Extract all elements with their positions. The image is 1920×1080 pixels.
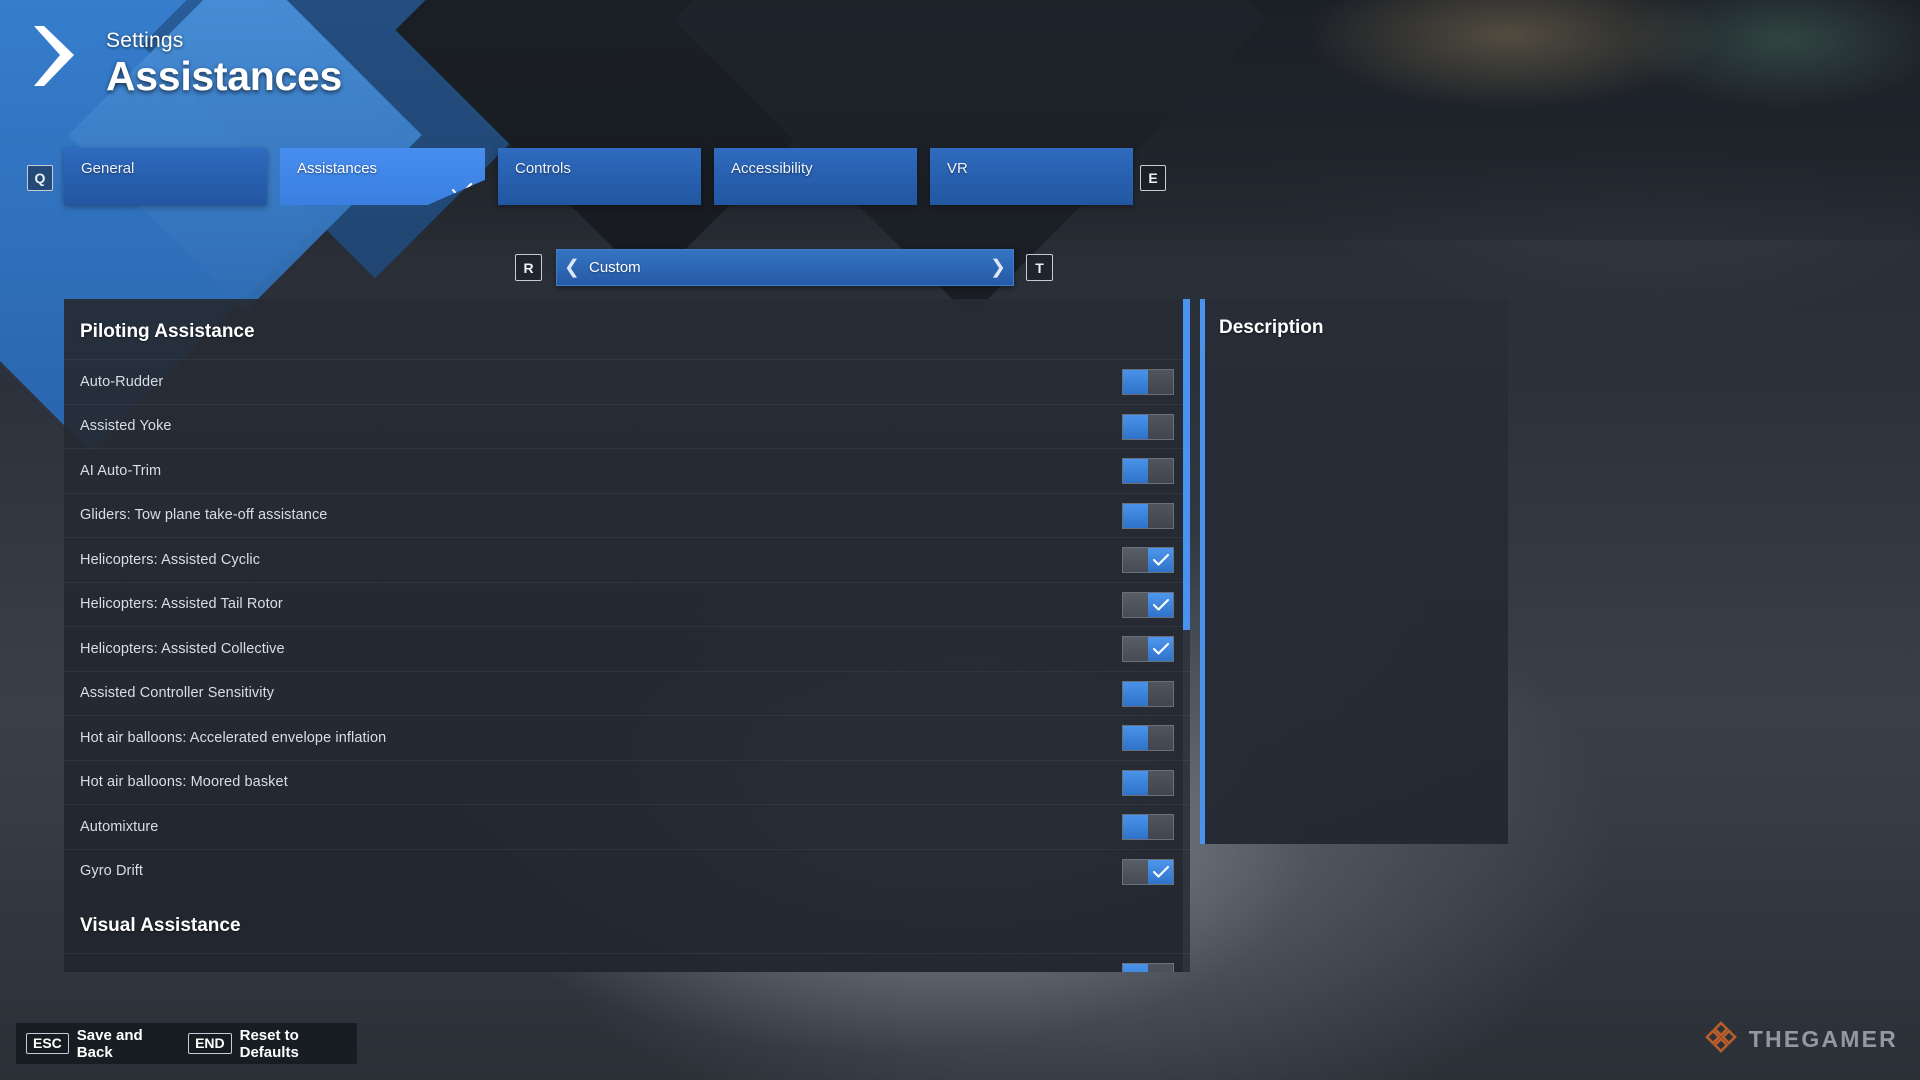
preset-selector[interactable]: ❮ Custom ❯	[556, 249, 1014, 286]
thegamer-diamond-icon	[1704, 1020, 1738, 1059]
setting-toggle[interactable]	[1122, 858, 1174, 885]
settings-rows-piloting: Auto-Rudder Assisted Yoke AI Auto-Trim Glid…	[64, 359, 1190, 893]
setting-row-hot-air-balloons-accelerated-envelope-inflation[interactable]: Hot air balloons: Accelerated envelope i…	[64, 715, 1190, 760]
chevron-left-icon[interactable]: ❮	[557, 256, 587, 279]
toggle-knob	[1123, 503, 1148, 528]
setting-row-gyro-drift[interactable]: Gyro Drift	[64, 848, 1190, 894]
setting-row-helicopters-assisted-collective[interactable]: Helicopters: Assisted Collective	[64, 626, 1190, 671]
setting-row-assisted-yoke[interactable]: Assisted Yoke	[64, 403, 1190, 449]
section-title-piloting: Piloting Assistance	[80, 321, 255, 342]
setting-label: AI Auto-Trim	[80, 462, 162, 479]
toggle-knob	[1123, 459, 1148, 483]
tab-general[interactable]: General	[64, 148, 267, 205]
check-icon	[450, 181, 474, 201]
tab-accessibility[interactable]: Accessibility	[714, 148, 917, 205]
page-header: Settings Assistances	[0, 0, 1920, 120]
setting-label: Gyro Drift	[80, 863, 144, 880]
toggle-knob	[1123, 815, 1148, 839]
setting-row-auto-rudder[interactable]: Auto-Rudder	[64, 359, 1190, 404]
footer-actions: ESC Save and Back END Reset to Defaults	[16, 1023, 357, 1064]
setting-toggle[interactable]	[1122, 814, 1174, 840]
setting-label: Helicopters: Assisted Collective	[80, 640, 285, 657]
key-hint-esc: ESC	[26, 1032, 69, 1055]
toggle-knob	[1123, 681, 1148, 706]
tab-label: VR	[947, 160, 968, 177]
setting-label: Assisted Controller Sensitivity	[80, 685, 275, 702]
thegamer-wordmark: THEGAMER	[1748, 1026, 1898, 1052]
tab-label: Accessibility	[731, 160, 813, 177]
settings-tabbar: Q General Assistances Controls Accessibi…	[0, 148, 1920, 210]
setting-label: Gliders: Tow plane take-off assistance	[80, 507, 328, 524]
key-hint-preset-next[interactable]: T	[1026, 254, 1053, 281]
toggle-knob-check-icon	[1148, 637, 1173, 661]
key-hint-prev-tab[interactable]: Q	[27, 165, 53, 191]
setting-toggle[interactable]	[1122, 413, 1174, 440]
preset-selector-row: R ❮ Custom ❯ T	[0, 249, 1920, 289]
footer-action-label: Save and Back	[76, 1026, 143, 1061]
tab-label: Assistances	[297, 160, 378, 177]
page-title-text: Assistances	[106, 53, 343, 100]
key-hint-next-tab[interactable]: E	[1140, 165, 1166, 191]
breadcrumb: Settings	[106, 29, 184, 52]
tab-list: General Assistances Controls Accessibili…	[64, 148, 1133, 205]
page-title: Settings Assistances	[106, 29, 343, 100]
toggle-knob-check-icon	[1148, 548, 1173, 572]
toggle-knob-check-icon	[1148, 592, 1173, 617]
setting-label: Helicopters: Assisted Tail Rotor	[80, 596, 283, 613]
setting-label: Automixture	[80, 818, 159, 835]
scrollbar-thumb[interactable]	[1183, 299, 1190, 630]
toggle-knob	[1123, 964, 1148, 972]
chevron-right-icon[interactable]: ❯	[983, 256, 1013, 279]
setting-toggle[interactable]	[1122, 636, 1174, 662]
footer-action-label: Reset to Defaults	[239, 1026, 299, 1061]
setting-toggle[interactable]	[1122, 769, 1174, 796]
setting-row-gliders-tow-plane-take-off-assistance[interactable]: Gliders: Tow plane take-off assistance	[64, 492, 1190, 538]
setting-toggle[interactable]	[1122, 680, 1174, 707]
settings-list-panel: Piloting Assistance Auto-Rudder Assisted …	[64, 299, 1190, 972]
tab-label: General	[81, 160, 135, 177]
toggle-knob	[1123, 414, 1148, 439]
setting-toggle[interactable]	[1122, 547, 1174, 573]
setting-toggle[interactable]	[1122, 502, 1174, 529]
preset-value: Custom	[589, 259, 641, 276]
toggle-knob	[1123, 726, 1148, 750]
setting-label: Hot air balloons: Accelerated envelope i…	[80, 729, 387, 746]
setting-label: Assisted Yoke	[80, 418, 172, 435]
setting-row[interactable]	[64, 953, 1190, 972]
setting-label: Hot air balloons: Moored basket	[80, 774, 288, 791]
setting-row-automixture[interactable]: Automixture	[64, 804, 1190, 849]
tab-label: Controls	[515, 160, 571, 177]
description-title: Description	[1219, 317, 1324, 338]
thegamer-watermark: THEGAMER	[1704, 1020, 1898, 1059]
settings-rows-visual	[64, 953, 1190, 972]
setting-row-helicopters-assisted-tail-rotor[interactable]: Helicopters: Assisted Tail Rotor	[64, 581, 1190, 627]
description-panel: Description	[1200, 299, 1508, 844]
key-hint-preset-prev[interactable]: R	[515, 254, 542, 281]
tab-assistances[interactable]: Assistances	[280, 148, 485, 205]
setting-row-assisted-controller-sensitivity[interactable]: Assisted Controller Sensitivity	[64, 670, 1190, 716]
tab-vr[interactable]: VR	[930, 148, 1133, 205]
setting-row-hot-air-balloons-moored-basket[interactable]: Hot air balloons: Moored basket	[64, 759, 1190, 805]
chevron-right-logo	[30, 22, 86, 92]
setting-toggle[interactable]	[1122, 369, 1174, 395]
setting-label: Helicopters: Assisted Cyclic	[80, 551, 261, 568]
setting-toggle[interactable]	[1122, 591, 1174, 618]
setting-toggle[interactable]	[1122, 458, 1174, 484]
tab-controls[interactable]: Controls	[498, 148, 701, 205]
footer-action-save-and-back[interactable]: ESC Save and Back	[26, 1027, 178, 1061]
scrollbar-track[interactable]	[1183, 299, 1190, 972]
setting-toggle[interactable]	[1122, 963, 1174, 972]
toggle-knob	[1123, 770, 1148, 795]
footer-action-reset-to-defaults[interactable]: END Reset to Defaults	[188, 1027, 357, 1061]
setting-toggle[interactable]	[1122, 725, 1174, 751]
key-hint-end: END	[188, 1032, 232, 1055]
setting-row-ai-auto-trim[interactable]: AI Auto-Trim	[64, 448, 1190, 493]
setting-row-helicopters-assisted-cyclic[interactable]: Helicopters: Assisted Cyclic	[64, 537, 1190, 582]
toggle-knob	[1123, 370, 1148, 394]
section-title-visual: Visual Assistance	[80, 915, 241, 936]
setting-label: Auto-Rudder	[80, 373, 164, 390]
toggle-knob-check-icon	[1148, 859, 1173, 884]
